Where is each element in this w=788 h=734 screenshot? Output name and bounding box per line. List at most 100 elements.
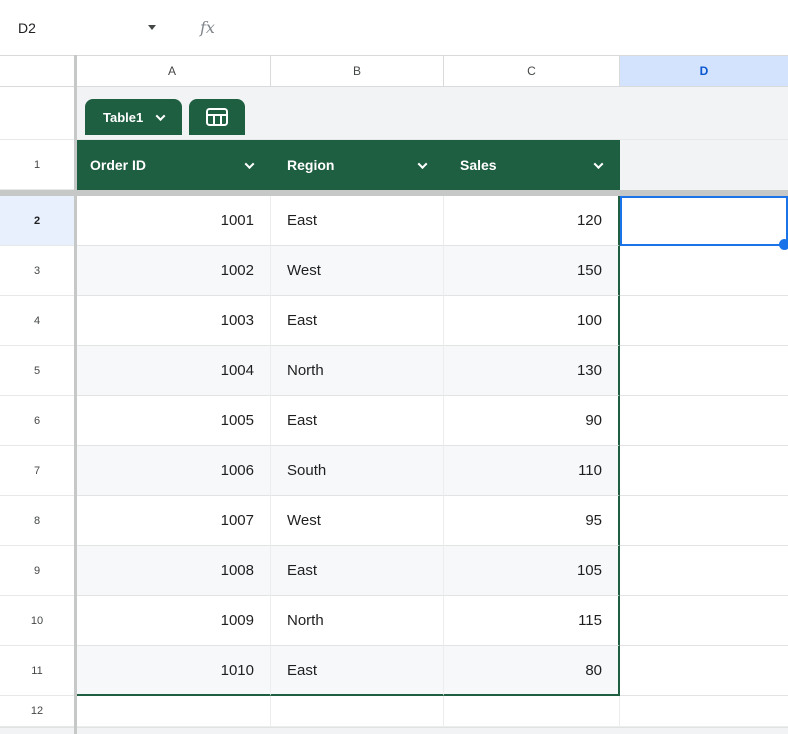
chevron-down-icon [156,111,166,121]
empty-row: 12 [0,696,788,727]
table-row: 8 1007 West 95 [0,496,788,546]
row-header-7[interactable]: 7 [0,446,74,496]
cell-c3[interactable]: 150 [444,246,620,296]
cell-d10[interactable] [620,596,788,646]
table-header-order-id[interactable]: Order ID [74,140,271,190]
cell-b4[interactable]: East [271,296,444,346]
cell-d2-selected[interactable] [620,196,788,246]
cell-c5[interactable]: 130 [444,346,620,396]
table-row: 4 1003 East 100 [0,296,788,346]
cell-d1[interactable] [620,140,788,190]
chevron-down-icon[interactable] [148,25,156,30]
table-options-tab[interactable] [189,99,245,135]
name-box[interactable]: D2 [18,20,156,36]
cell-c10[interactable]: 115 [444,596,620,646]
table-header-sales[interactable]: Sales [444,140,620,190]
table-header-label: Region [287,157,334,173]
column-header-b[interactable]: B [271,56,444,86]
table-chip-row: Table1 [0,87,788,140]
column-header-a[interactable]: A [74,56,271,86]
cell-a12[interactable] [74,696,271,727]
table-row: 6 1005 East 90 [0,396,788,446]
cell-a6[interactable]: 1005 [74,396,271,446]
table-chip-area: Table1 [74,87,788,140]
cell-d4[interactable] [620,296,788,346]
fx-icon: fx [200,18,215,37]
cell-a7[interactable]: 1006 [74,446,271,496]
row-header-12[interactable]: 12 [0,696,74,727]
cell-d8[interactable] [620,496,788,546]
cell-b7[interactable]: South [271,446,444,496]
filter-dropdown-icon[interactable] [418,159,428,169]
cell-c7[interactable]: 110 [444,446,620,496]
table-row: 2 1001 East 120 [0,196,788,246]
cell-b3[interactable]: West [271,246,444,296]
cell-d11[interactable] [620,646,788,696]
table-row: 5 1004 North 130 [0,346,788,396]
cell-b5[interactable]: North [271,346,444,396]
cell-a4[interactable]: 1003 [74,296,271,346]
table-name-chip[interactable]: Table1 [85,99,182,135]
cell-a10[interactable]: 1009 [74,596,271,646]
cell-a5[interactable]: 1004 [74,346,271,396]
cell-b12[interactable] [271,696,444,727]
cell-c2[interactable]: 120 [444,196,620,246]
row-header-gap [0,87,74,140]
cell-d5[interactable] [620,346,788,396]
row-header-3[interactable]: 3 [0,246,74,296]
row-header-6[interactable]: 6 [0,396,74,446]
row-header-1[interactable]: 1 [0,140,74,190]
cell-c6[interactable]: 90 [444,396,620,446]
table-header-region[interactable]: Region [271,140,444,190]
cell-c11[interactable]: 80 [444,646,620,696]
select-all-corner[interactable] [0,56,74,86]
cell-b8[interactable]: West [271,496,444,546]
row-header-2[interactable]: 2 [0,196,74,246]
column-header-c[interactable]: C [444,56,620,86]
table-header-label: Order ID [90,157,146,173]
formula-bar: D2 fx [0,0,788,55]
cell-b6[interactable]: East [271,396,444,446]
row-header-8[interactable]: 8 [0,496,74,546]
cell-b2[interactable]: East [271,196,444,246]
cell-a2[interactable]: 1001 [74,196,271,246]
cell-b11[interactable]: East [271,646,444,696]
column-header-d[interactable]: D [620,56,788,86]
cell-d7[interactable] [620,446,788,496]
cell-b9[interactable]: East [271,546,444,596]
fill-handle[interactable] [779,239,788,250]
cell-a11[interactable]: 1010 [74,646,271,696]
row-header-4[interactable]: 4 [0,296,74,346]
row-header-11[interactable]: 11 [0,646,74,696]
name-box-value: D2 [18,20,36,36]
cell-c12[interactable] [444,696,620,727]
row-header-5[interactable]: 5 [0,346,74,396]
spreadsheet-app: D2 fx A B C D Table1 [0,0,788,734]
row-header-10[interactable]: 10 [0,596,74,646]
table-row: 7 1006 South 110 [0,446,788,496]
cell-d6[interactable] [620,396,788,446]
cell-d12[interactable] [620,696,788,727]
cell-a3[interactable]: 1002 [74,246,271,296]
table-header-label: Sales [460,157,497,173]
row-header-9[interactable]: 9 [0,546,74,596]
table-grid-icon [206,108,228,126]
cell-b10[interactable]: North [271,596,444,646]
table-name-label: Table1 [103,110,143,125]
frozen-column-divider[interactable] [74,55,77,734]
cell-c9[interactable]: 105 [444,546,620,596]
table-row: 9 1008 East 105 [0,546,788,596]
filter-dropdown-icon[interactable] [245,159,255,169]
cell-a9[interactable]: 1008 [74,546,271,596]
table-row: 10 1009 North 115 [0,596,788,646]
cell-d9[interactable] [620,546,788,596]
table-header-row: 1 Order ID Region Sales [0,140,788,190]
filter-dropdown-icon[interactable] [594,159,604,169]
sheet-bottom-edge [0,727,788,734]
cell-c4[interactable]: 100 [444,296,620,346]
table-row: 3 1002 West 150 [0,246,788,296]
column-header-row: A B C D [0,55,788,87]
cell-c8[interactable]: 95 [444,496,620,546]
cell-d3[interactable] [620,246,788,296]
cell-a8[interactable]: 1007 [74,496,271,546]
